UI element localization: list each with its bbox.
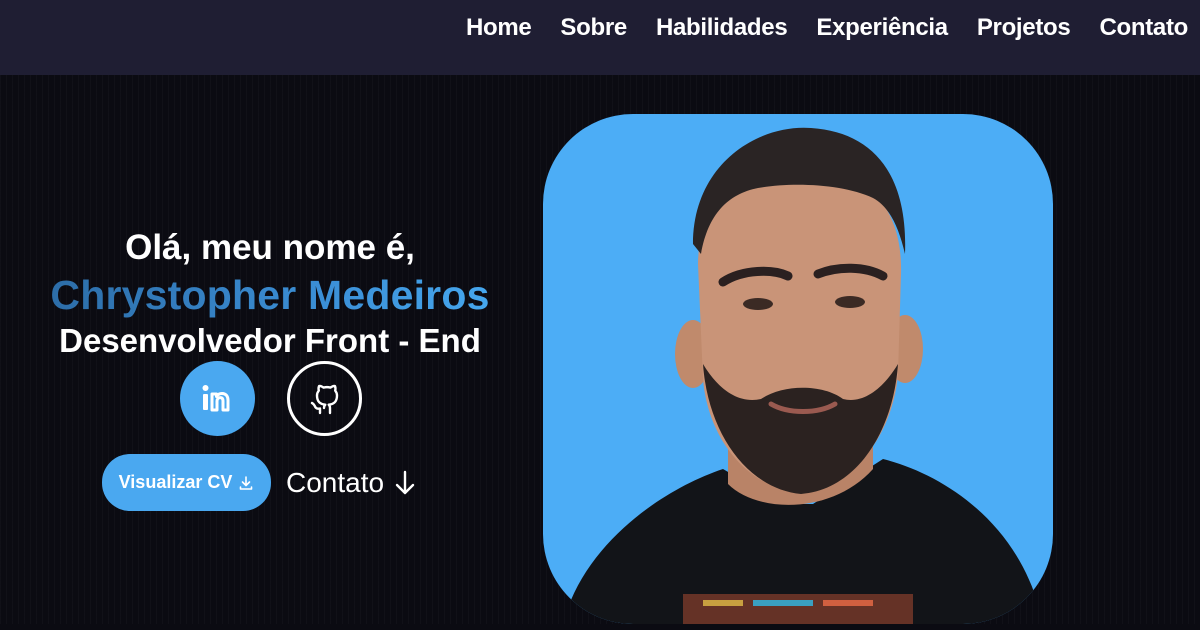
github-button[interactable] — [287, 361, 362, 436]
greeting-text: Olá, meu nome é, — [125, 228, 415, 267]
nav-home[interactable]: Home — [466, 12, 532, 44]
linkedin-button[interactable] — [180, 361, 255, 436]
hero-intro: Olá, meu nome é, Chrystopher Medeiros De… — [0, 225, 540, 363]
social-links — [180, 361, 362, 436]
contact-link-label: Contato — [286, 466, 385, 498]
nav-sobre[interactable]: Sobre — [560, 12, 627, 44]
nav-habilidades[interactable]: Habilidades — [656, 12, 788, 44]
nav-projetos[interactable]: Projetos — [977, 12, 1071, 44]
nav-contato[interactable]: Contato — [1099, 12, 1188, 44]
linkedin-icon — [202, 384, 229, 411]
github-icon — [310, 384, 338, 414]
view-cv-label: Visualizar CV — [118, 472, 233, 492]
arrow-down-icon — [395, 470, 415, 494]
view-cv-button[interactable]: Visualizar CV — [102, 454, 271, 511]
navbar: Home Sobre Habilidades Experiência Proje… — [0, 0, 1200, 75]
profile-portrait-image — [563, 127, 1043, 624]
hero-name: Chrystopher Medeiros — [0, 271, 540, 319]
profile-photo — [543, 114, 1053, 624]
contact-link[interactable]: Contato — [286, 467, 416, 499]
hero-actions: Visualizar CV Contato — [102, 454, 416, 511]
section-divider — [0, 624, 1200, 630]
download-icon — [240, 475, 253, 490]
hero-role: Desenvolvedor Front - End — [59, 322, 481, 359]
nav-experiencia[interactable]: Experiência — [816, 12, 948, 44]
nav-links: Home Sobre Habilidades Experiência Proje… — [437, 12, 1188, 44]
